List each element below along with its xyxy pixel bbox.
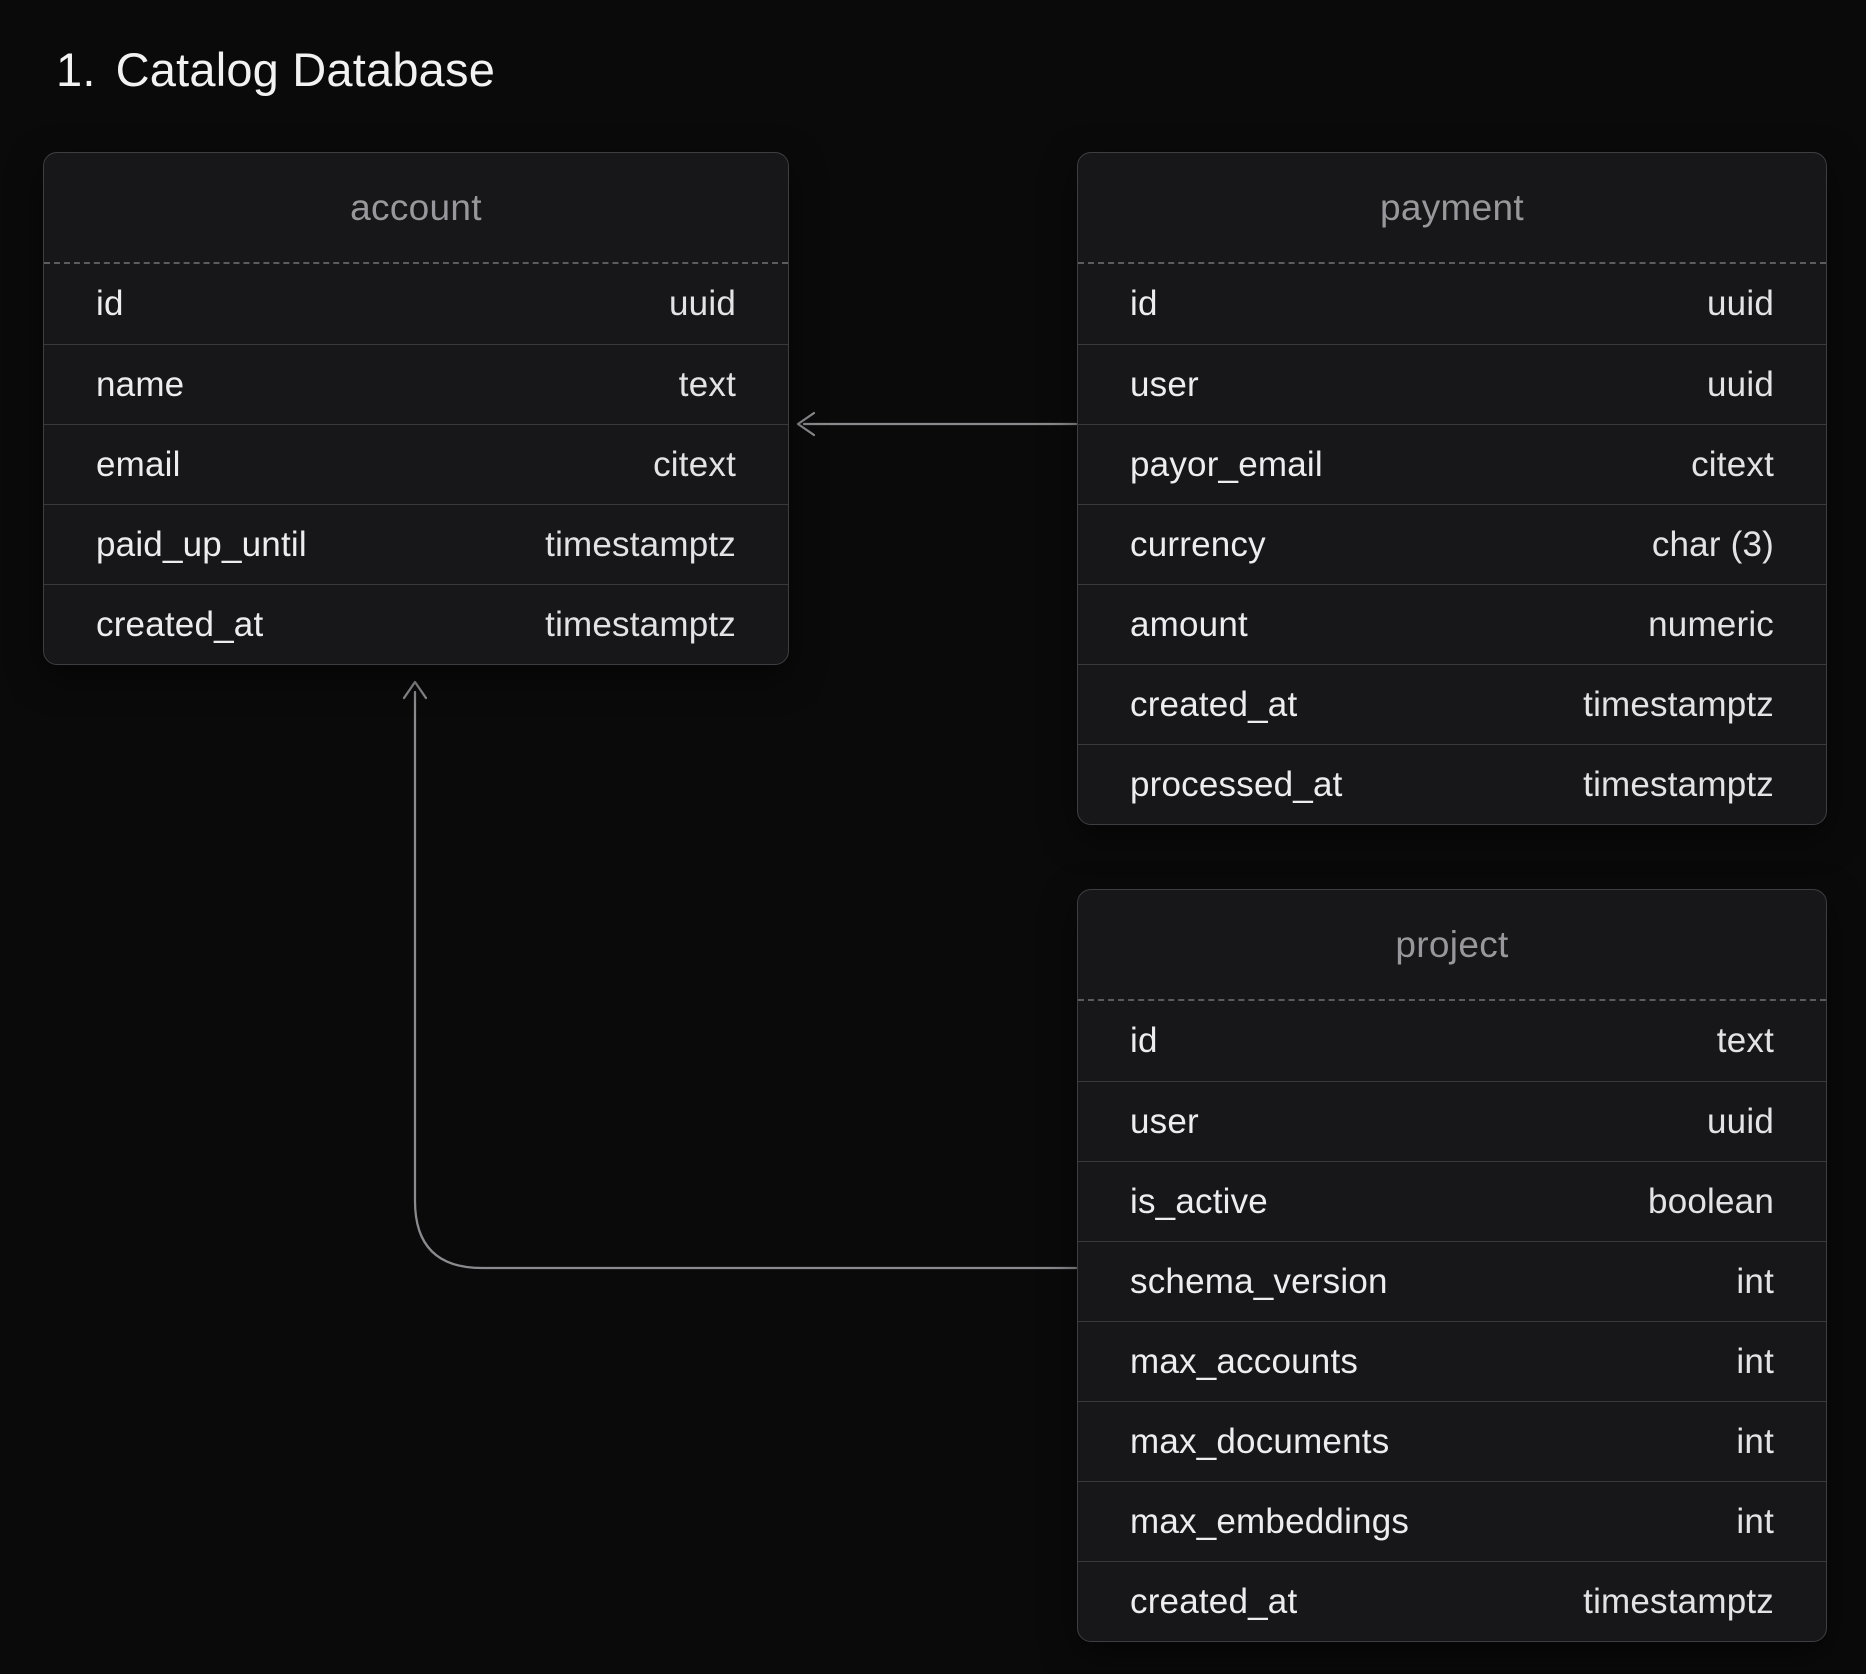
field-type: uuid — [1707, 284, 1774, 324]
field-type: timestamptz — [1583, 765, 1774, 805]
page-title-number: 1. — [56, 44, 96, 96]
table-name: project — [1395, 924, 1508, 966]
field-name: email — [96, 445, 181, 485]
field-type: uuid — [1707, 1102, 1774, 1142]
table-row[interactable]: created_at timestamptz — [44, 584, 788, 664]
field-name: id — [96, 284, 124, 324]
field-type: int — [1736, 1422, 1774, 1462]
field-name: is_active — [1130, 1182, 1268, 1222]
table-row[interactable]: paid_up_until timestamptz — [44, 504, 788, 584]
field-name: amount — [1130, 605, 1248, 645]
field-type: uuid — [1707, 365, 1774, 405]
field-type: timestamptz — [1583, 1582, 1774, 1622]
field-name: created_at — [1130, 1582, 1297, 1622]
table-row[interactable]: amount numeric — [1078, 584, 1826, 664]
table-row[interactable]: created_at timestamptz — [1078, 1561, 1826, 1641]
field-type: boolean — [1648, 1182, 1774, 1222]
page-title-text: Catalog Database — [116, 44, 495, 96]
table-row[interactable]: payor_email citext — [1078, 424, 1826, 504]
table-account-header: account — [44, 153, 788, 264]
table-row[interactable]: created_at timestamptz — [1078, 664, 1826, 744]
arrowhead-left-icon — [798, 413, 814, 435]
field-name: max_accounts — [1130, 1342, 1358, 1382]
field-name: id — [1130, 1021, 1158, 1061]
table-row[interactable]: currency char (3) — [1078, 504, 1826, 584]
table-row[interactable]: is_active boolean — [1078, 1161, 1826, 1241]
field-type: uuid — [669, 284, 736, 324]
table-row[interactable]: id text — [1078, 1001, 1826, 1081]
table-account[interactable]: account id uuid name text email citext p… — [43, 152, 789, 665]
field-type: citext — [1691, 445, 1774, 485]
field-name: user — [1130, 1102, 1199, 1142]
field-type: numeric — [1648, 605, 1774, 645]
table-payment[interactable]: payment id uuid user uuid payor_email ci… — [1077, 152, 1827, 825]
field-name: max_embeddings — [1130, 1502, 1409, 1542]
table-project[interactable]: project id text user uuid is_active bool… — [1077, 889, 1827, 1642]
field-type: int — [1736, 1262, 1774, 1302]
field-type: timestamptz — [545, 605, 736, 645]
field-name: currency — [1130, 525, 1266, 565]
diagram-canvas: 1. Catalog Database account id uuid name… — [0, 0, 1866, 1674]
table-row[interactable]: max_accounts int — [1078, 1321, 1826, 1401]
table-row[interactable]: user uuid — [1078, 1081, 1826, 1161]
connector-project-to-account — [404, 682, 1076, 1268]
table-project-header: project — [1078, 890, 1826, 1001]
field-type: citext — [653, 445, 736, 485]
field-name: id — [1130, 284, 1158, 324]
table-row[interactable]: id uuid — [1078, 264, 1826, 344]
field-name: schema_version — [1130, 1262, 1388, 1302]
connector-line — [415, 692, 1076, 1268]
field-type: char (3) — [1652, 525, 1774, 565]
table-row[interactable]: max_documents int — [1078, 1401, 1826, 1481]
field-type: int — [1736, 1342, 1774, 1382]
field-name: paid_up_until — [96, 525, 307, 565]
table-name: payment — [1380, 187, 1524, 229]
page-title: 1. Catalog Database — [56, 44, 495, 96]
field-type: timestamptz — [545, 525, 736, 565]
field-name: created_at — [1130, 685, 1297, 725]
table-name: account — [350, 187, 482, 229]
connector-payment-to-account — [798, 413, 1076, 435]
table-row[interactable]: schema_version int — [1078, 1241, 1826, 1321]
table-row[interactable]: name text — [44, 344, 788, 424]
field-name: processed_at — [1130, 765, 1343, 805]
table-row[interactable]: user uuid — [1078, 344, 1826, 424]
field-name: name — [96, 365, 184, 405]
field-name: created_at — [96, 605, 263, 645]
field-name: user — [1130, 365, 1199, 405]
table-row[interactable]: email citext — [44, 424, 788, 504]
field-name: max_documents — [1130, 1422, 1389, 1462]
table-row[interactable]: max_embeddings int — [1078, 1481, 1826, 1561]
field-type: text — [1717, 1021, 1774, 1061]
field-type: int — [1736, 1502, 1774, 1542]
table-row[interactable]: id uuid — [44, 264, 788, 344]
field-type: text — [679, 365, 736, 405]
table-row[interactable]: processed_at timestamptz — [1078, 744, 1826, 824]
field-name: payor_email — [1130, 445, 1323, 485]
arrowhead-up-icon — [404, 682, 426, 698]
field-type: timestamptz — [1583, 685, 1774, 725]
table-payment-header: payment — [1078, 153, 1826, 264]
